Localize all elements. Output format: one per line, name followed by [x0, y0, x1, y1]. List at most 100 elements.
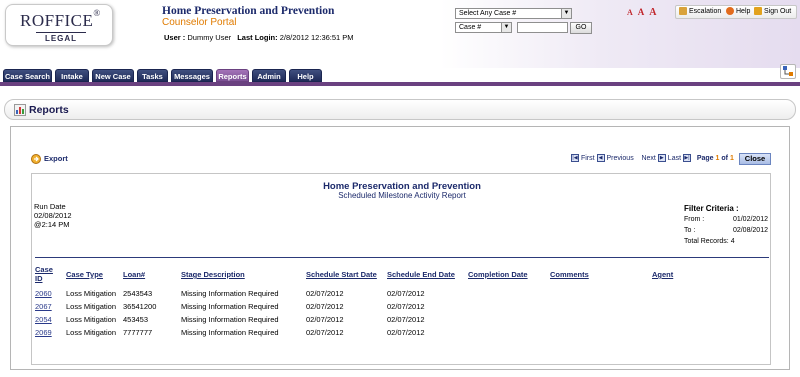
start-date-cell: 02/07/2012 [306, 302, 344, 311]
previous-page-icon[interactable]: ◀ [596, 154, 605, 162]
stage-cell: Missing Information Required [181, 315, 279, 324]
tab-intake[interactable]: Intake [55, 69, 89, 82]
first-page-icon[interactable]: |◀ [571, 154, 579, 162]
case-id-link[interactable]: 2067 [35, 302, 52, 311]
loan-cell: 7777777 [123, 328, 153, 337]
page-label: Page [696, 154, 714, 162]
run-date-block: Run Date 02/08/2012 @2:14 PM [34, 202, 72, 229]
loan-cell: 2543543 [123, 289, 153, 298]
end-date-cell: 02/07/2012 [387, 328, 425, 337]
pager: |◀ First ◀ Previous Next ▶ Last ▶| Page … [571, 154, 734, 162]
close-button[interactable]: Close [739, 153, 771, 165]
column-header-case-id-line2: ID [35, 274, 43, 283]
font-size-small[interactable]: A [627, 8, 633, 17]
logo-main-text: ROFFICE [20, 11, 94, 30]
last-page-icon[interactable]: ▶| [682, 154, 691, 162]
stage-cell: Missing Information Required [181, 289, 279, 298]
last-login-value: 2/8/2012 12:36:51 PM [279, 33, 354, 42]
export-button[interactable]: Export [31, 154, 68, 165]
stage-cell: Missing Information Required [181, 328, 279, 337]
user-name: Dummy User [187, 33, 232, 42]
report-subtitle: Scheduled Milestone Activity Report [338, 191, 466, 200]
export-label: Export [44, 154, 68, 163]
case-type-cell: Loss Mitigation [66, 302, 117, 311]
report-divider [35, 257, 769, 258]
chart-icon [14, 104, 26, 116]
help-label: Help [736, 8, 751, 15]
last-page-link[interactable]: Last [668, 155, 681, 162]
chevron-down-icon[interactable]: ▼ [501, 23, 511, 32]
tab-case-search[interactable]: Case Search [3, 69, 52, 82]
column-header-case-type[interactable]: Case Type [66, 270, 103, 279]
case-select[interactable]: Select Any Case # ▼ [455, 8, 572, 19]
app-title: Home Preservation and Prevention [162, 5, 335, 17]
start-date-cell: 02/07/2012 [306, 289, 344, 298]
case-type-cell: Loss Mitigation [66, 328, 117, 337]
run-date-value: 02/08/2012 [34, 211, 72, 220]
report-panel: Export |◀ First ◀ Previous Next ▶ Last ▶… [10, 126, 790, 370]
column-header-comments[interactable]: Comments [550, 270, 589, 279]
tab-messages[interactable]: Messages [171, 69, 213, 82]
column-header-stage[interactable]: Stage Description [181, 270, 245, 279]
column-header-agent[interactable]: Agent [652, 270, 673, 279]
end-date-cell: 02/07/2012 [387, 302, 425, 311]
filter-to: To : 02/08/2012 [684, 225, 770, 236]
column-header-start-date[interactable]: Schedule Start Date [306, 270, 377, 279]
case-search-input[interactable] [517, 22, 568, 33]
last-login-label: Last Login: [237, 33, 278, 42]
font-size-medium[interactable]: A [638, 7, 645, 17]
escalation-icon [679, 7, 687, 16]
case-id-link[interactable]: 2069 [35, 328, 52, 337]
end-date-cell: 02/07/2012 [387, 315, 425, 324]
filter-from: From : 01/02/2012 [684, 214, 770, 225]
go-button[interactable]: GO [570, 22, 592, 34]
column-header-loan[interactable]: Loan# [123, 270, 145, 279]
stage-cell: Missing Information Required [181, 302, 279, 311]
run-time-value: @2:14 PM [34, 220, 70, 229]
page-header: Reports [4, 99, 796, 120]
case-type-cell: Loss Mitigation [66, 315, 117, 324]
column-header-completion-date[interactable]: Completion Date [468, 270, 528, 279]
tab-reports[interactable]: Reports [216, 69, 249, 82]
help-link[interactable]: Help [726, 6, 750, 18]
next-page-icon[interactable]: ▶ [657, 154, 666, 162]
font-size-controls: A A A [627, 7, 660, 18]
run-date-label: Run Date [34, 202, 66, 211]
font-size-large[interactable]: A [649, 7, 656, 18]
previous-page-link[interactable]: Previous [606, 155, 633, 162]
column-header-case-id[interactable]: Case ID [35, 265, 53, 283]
case-type-cell: Loss Mitigation [66, 289, 117, 298]
field-select[interactable]: Case # ▼ [455, 22, 512, 33]
page-total: 1 [729, 154, 734, 162]
loan-cell: 453453 [123, 315, 149, 324]
chevron-down-icon[interactable]: ▼ [561, 9, 571, 18]
tab-tasks[interactable]: Tasks [137, 69, 168, 82]
logo[interactable]: ROFFICE® LEGAL [5, 4, 113, 46]
page-of: of [721, 154, 728, 162]
sign-out-label: Sign Out [764, 8, 792, 15]
next-page-link[interactable]: Next [641, 155, 655, 162]
report-body: Home Preservation and Prevention Schedul… [31, 173, 771, 365]
tab-help[interactable]: Help [289, 69, 322, 82]
nav-divider [0, 82, 800, 86]
logo-sub-text: LEGAL [36, 32, 86, 43]
top-links: Escalation Help Sign Out [675, 5, 797, 19]
sign-out-link[interactable]: Sign Out [754, 6, 791, 18]
escalation-link[interactable]: Escalation [679, 6, 721, 18]
tab-new-case[interactable]: New Case [92, 69, 134, 82]
filter-to-label: To : [684, 227, 696, 234]
sitemap-icon[interactable] [780, 64, 796, 79]
export-icon [31, 154, 41, 165]
filter-to-value: 02/08/2012 [732, 227, 768, 234]
page-title: Reports [29, 104, 69, 116]
tab-admin[interactable]: Admin [252, 69, 286, 82]
user-label: User : [164, 33, 186, 42]
header: ROFFICE® LEGAL Home Preservation and Pre… [0, 0, 800, 68]
case-id-link[interactable]: 2060 [35, 289, 52, 298]
column-header-end-date[interactable]: Schedule End Date [387, 270, 455, 279]
user-info: User : Dummy User Last Login: 2/8/2012 1… [164, 33, 358, 42]
first-page-link[interactable]: First [581, 155, 595, 162]
case-id-link[interactable]: 2054 [35, 315, 52, 324]
filter-total-value: 4 [730, 238, 735, 245]
loan-cell: 36541200 [123, 302, 157, 311]
